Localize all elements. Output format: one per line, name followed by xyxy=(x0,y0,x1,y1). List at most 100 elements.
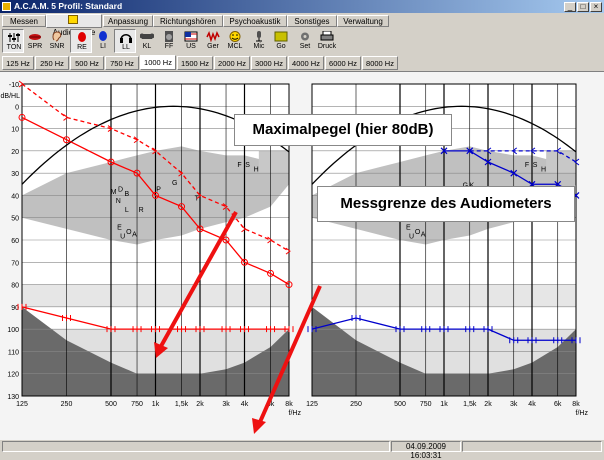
freq-tab-2000hz[interactable]: 2000 Hz xyxy=(214,56,250,70)
gear-icon xyxy=(298,31,312,42)
app-icon xyxy=(2,2,11,11)
x-tick-label: 3k xyxy=(510,401,518,408)
toolbar-button-kl[interactable]: KL xyxy=(136,29,158,53)
speech-letter: D xyxy=(118,187,123,194)
speech-letter: H xyxy=(541,167,546,174)
x-tick-label: 500 xyxy=(105,401,117,408)
x-tick-label: 6k xyxy=(554,401,562,408)
maximize-button[interactable]: □ xyxy=(577,2,589,12)
toolbar-label: SPR xyxy=(27,43,43,50)
freq-tab-500hz[interactable]: 500 Hz xyxy=(70,56,104,70)
freq-tab-250hz[interactable]: 250 Hz xyxy=(35,56,69,70)
toolbar-button-set[interactable]: Set xyxy=(294,29,316,53)
go-icon xyxy=(274,31,288,42)
y-tick-label: 0 xyxy=(15,104,19,111)
toolbar-button-re[interactable]: RE xyxy=(70,29,92,53)
toolbar-button-mic[interactable]: Mic xyxy=(248,29,270,53)
toolbar-button-ger[interactable]: Ger xyxy=(202,29,224,53)
x-tick-label: 2k xyxy=(196,401,204,408)
toolbar-button-mcl[interactable]: MCL xyxy=(224,29,246,53)
tab-anpassung[interactable]: Anpassung xyxy=(103,15,153,27)
x-tick-label: 125 xyxy=(306,401,318,408)
speech-letter: G xyxy=(172,180,177,187)
toolbar-label: Go xyxy=(276,43,286,50)
toolbar-button-us[interactable]: US xyxy=(180,29,202,53)
toolbar-button-ton[interactable]: TON xyxy=(2,29,24,53)
sliders-icon xyxy=(7,32,21,43)
x-tick-label: 750 xyxy=(131,401,143,408)
toolbar-label: MCL xyxy=(227,43,243,50)
toolbar-label: SNR xyxy=(49,43,65,50)
x-tick-label: 1,5k xyxy=(463,401,477,408)
x-tick-label: 250 xyxy=(350,401,362,408)
close-button[interactable]: × xyxy=(590,2,602,12)
tab-audiometrie[interactable]: Audiometrie xyxy=(46,14,102,37)
toolbar-label: KL xyxy=(142,43,152,50)
speech-letter: F xyxy=(237,162,241,169)
y-tick-label: 50 xyxy=(11,216,19,223)
toolbar-button-snr[interactable]: SNR xyxy=(46,29,68,53)
band-shade xyxy=(546,150,576,174)
x-tick-label: 2k xyxy=(484,401,492,408)
freq-tab-6000hz[interactable]: 6000 Hz xyxy=(325,56,361,70)
freq-tab-3000hz[interactable]: 3000 Hz xyxy=(251,56,287,70)
speech-letter: E xyxy=(117,225,122,232)
y-tick-label: 100 xyxy=(7,327,19,334)
speaker-icon xyxy=(162,31,176,42)
bone-icon xyxy=(140,31,154,42)
toolbar-button-spr[interactable]: SPR xyxy=(24,29,46,53)
x-tick-label: 1k xyxy=(152,401,160,408)
status-panel-1 xyxy=(2,441,390,452)
flag-icon xyxy=(184,31,198,42)
toolbar-button-go[interactable]: Go xyxy=(270,29,292,53)
speech-letter: A xyxy=(132,231,137,238)
ear-icon xyxy=(50,31,64,42)
lips-icon xyxy=(28,31,42,42)
tab-messen[interactable]: Messen xyxy=(2,15,46,27)
speech-letter: N xyxy=(116,198,121,205)
headphones-icon xyxy=(119,32,133,43)
callout-max-level: Maximalpegel (hier 80dB) xyxy=(234,114,452,146)
toolbar-label: US xyxy=(186,43,196,50)
x-tick-label: 1k xyxy=(440,401,448,408)
y-tick-label: 60 xyxy=(11,238,19,245)
status-datetime: 04.09.2009 16:03:31 xyxy=(391,441,461,460)
y-tick-label: 30 xyxy=(11,171,19,178)
toolbar-label: LL xyxy=(122,44,130,51)
x-tick-label: 4k xyxy=(528,401,536,408)
printer-icon xyxy=(320,31,334,42)
tab-sonstiges[interactable]: Sonstiges xyxy=(287,15,337,27)
x-tick-label: 8k xyxy=(572,401,580,408)
title-bar: A.C.A.M. 5 Profil: Standard _ □ × xyxy=(0,0,604,13)
noise-icon xyxy=(206,31,220,42)
toolbar-button-li[interactable]: LI xyxy=(92,29,114,53)
freq-tab-4000hz[interactable]: 4000 Hz xyxy=(288,56,324,70)
toolbar-button-ff[interactable]: FF xyxy=(158,29,180,53)
toolbar-label: LI xyxy=(100,43,106,50)
x-tick-label: 3k xyxy=(222,401,230,408)
microphone-icon xyxy=(252,31,266,42)
minimize-button[interactable]: _ xyxy=(564,2,576,12)
toolbar-button-ll[interactable]: LL xyxy=(114,29,136,53)
toolbar-label: Ger xyxy=(207,43,219,50)
freq-tab-125hz[interactable]: 125 Hz xyxy=(2,56,34,70)
speech-letter: B xyxy=(125,191,130,198)
tab-verwaltung[interactable]: Verwaltung xyxy=(337,15,389,27)
freq-tab-750hz[interactable]: 750 Hz xyxy=(105,56,139,70)
toolbar-button-druck[interactable]: Druck xyxy=(316,29,338,53)
toolbar-label: Mic xyxy=(253,43,265,50)
speech-letter: S xyxy=(245,162,250,169)
tab-richtungshoeren[interactable]: Richtungshören xyxy=(153,15,223,27)
speech-letter: F xyxy=(525,162,529,169)
freq-tab-1000hz[interactable]: 1000 Hz xyxy=(140,55,176,70)
freq-tab-8000hz[interactable]: 8000 Hz xyxy=(362,56,398,70)
window-title: A.C.A.M. 5 Profil: Standard xyxy=(14,1,123,11)
y-tick-label: 130 xyxy=(7,394,19,401)
y-axis-label: dB/HL xyxy=(1,93,21,100)
toolbar-label: TON xyxy=(6,44,22,51)
freq-tab-1500hz[interactable]: 1500 Hz xyxy=(177,56,213,70)
x-tick-label: 500 xyxy=(394,401,406,408)
y-tick-label: 10 xyxy=(11,127,19,134)
speech-letter: U xyxy=(409,234,414,241)
tab-psychoakustik[interactable]: Psychoakustik xyxy=(223,15,287,27)
